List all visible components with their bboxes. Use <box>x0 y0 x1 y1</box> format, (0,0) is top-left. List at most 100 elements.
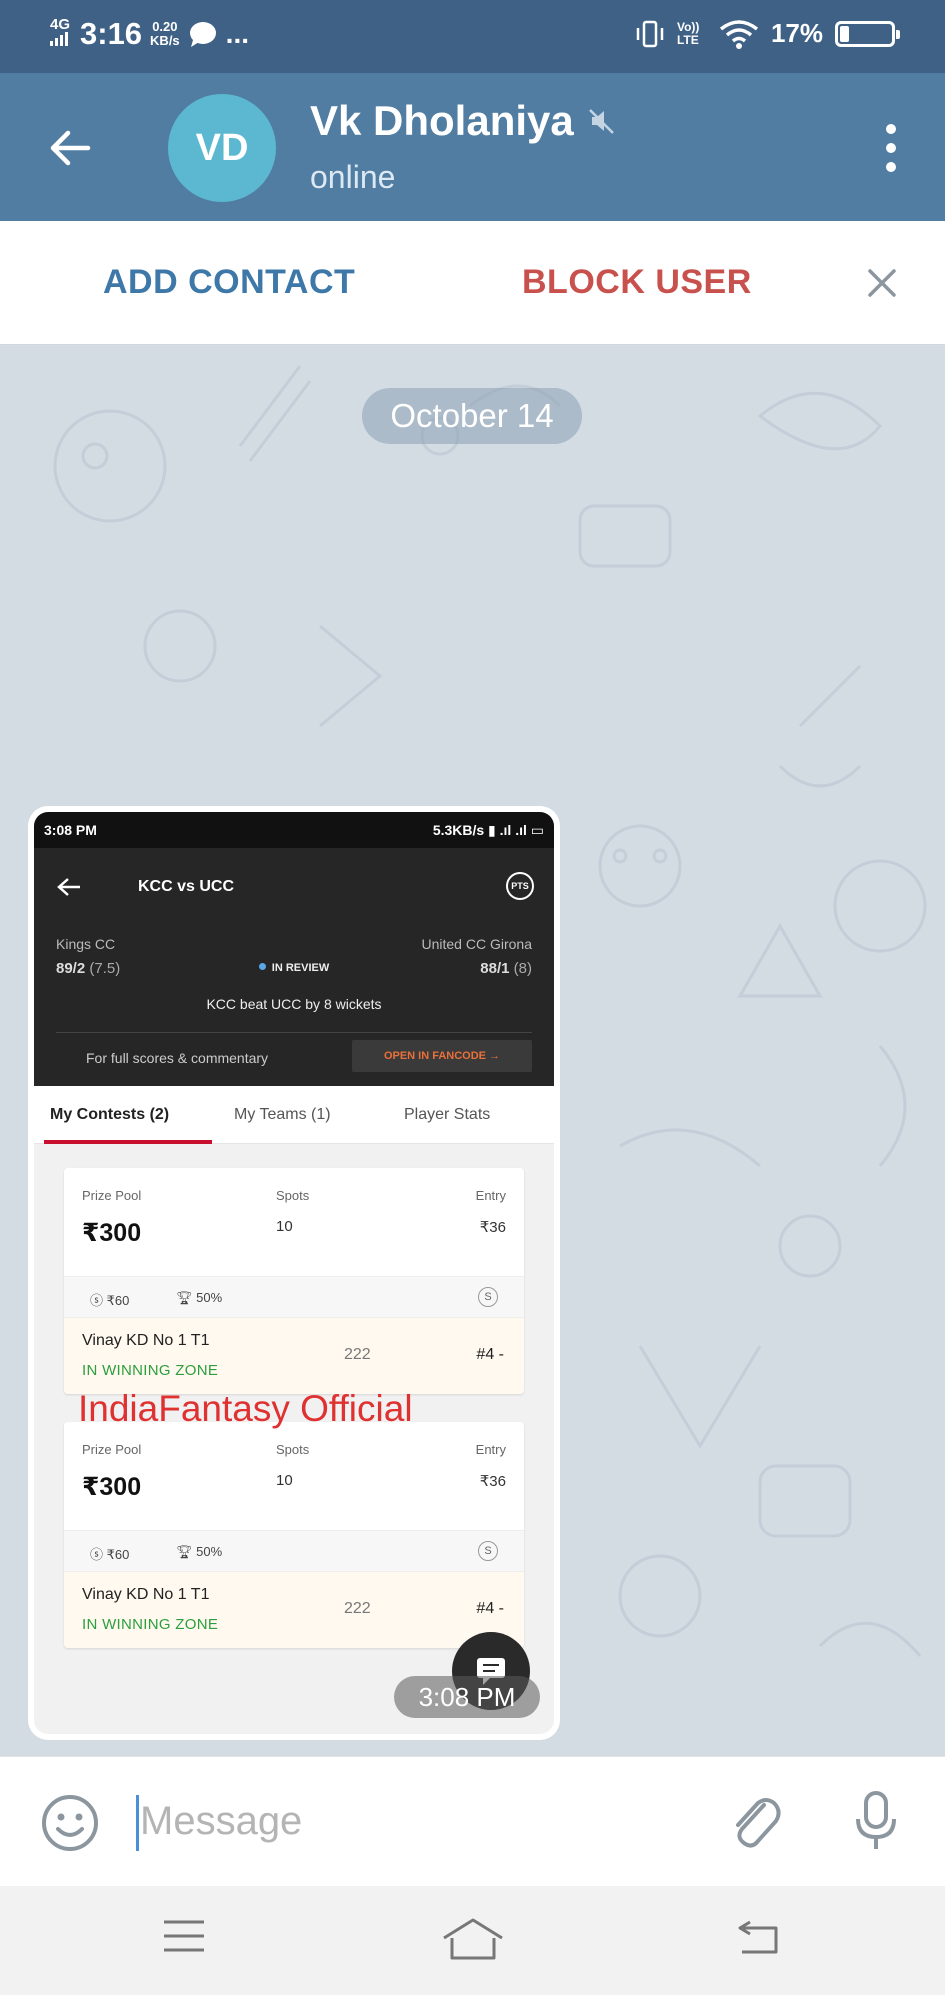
screenshot-back-icon <box>57 878 80 896</box>
back-nav-icon[interactable] <box>736 1916 782 1956</box>
team-name: Vinay KD No 1 T1 <box>82 1332 210 1349</box>
spots-label: Spots <box>276 1188 310 1203</box>
first-prize: ⓢ ₹60 <box>90 1293 130 1308</box>
review-status: IN REVIEW <box>34 962 554 974</box>
contact-status: online <box>310 159 396 195</box>
menu-icon[interactable] <box>160 1916 208 1956</box>
team-right: United CC Girona <box>421 936 533 952</box>
message-composer: Message <box>0 1756 945 1886</box>
review-status-text: IN REVIEW <box>271 962 330 974</box>
match-summary: KCC vs UCC PTS Kings CC 89/2 (7.5) IN RE… <box>34 848 554 1086</box>
winners-value: 50% <box>196 1544 223 1559</box>
image-message[interactable]: 3:08 PM 5.3KB/s ▮ .ıl .ıl ▭ KCC vs UCC P… <box>28 806 560 1740</box>
single-entry-icon: S <box>478 1287 498 1307</box>
chat-header: VD Vk Dholaniya online <box>0 73 945 221</box>
spots-value: 10 <box>276 1472 293 1489</box>
back-arrow-icon[interactable] <box>44 118 104 178</box>
spots-label: Spots <box>276 1442 310 1457</box>
prize-pool-value: ₹300 <box>82 1473 142 1501</box>
screenshot-status-right: 5.3KB/s ▮ .ıl .ıl ▭ <box>432 821 544 838</box>
match-result: KCC beat UCC by 8 wickets <box>206 996 382 1012</box>
team-rank: #4 - <box>476 1600 504 1617</box>
watermark-text: IndiaFantasy Official <box>78 1388 413 1429</box>
entry-value: ₹36 <box>479 1473 506 1490</box>
screenshot-speed: 5.3KB/s <box>432 821 485 838</box>
message-input[interactable]: Message <box>140 1799 302 1844</box>
battery-percent: 17% <box>770 18 823 48</box>
more-vertical-icon[interactable] <box>885 123 897 173</box>
entry-label: Entry <box>475 1442 506 1457</box>
prize-pool-value: ₹300 <box>82 1219 142 1247</box>
text-cursor <box>136 1795 139 1851</box>
system-nav-bar <box>0 1886 945 1995</box>
clock: 3:16 <box>80 16 143 51</box>
first-prize-value: ₹60 <box>106 1293 130 1308</box>
network-type: 4G <box>50 15 71 33</box>
entry-value: ₹36 <box>479 1219 506 1236</box>
contest-tabs: My Contests (2) My Teams (1) Player Stat… <box>34 1086 554 1144</box>
contact-name-text: Vk Dholaniya <box>310 97 574 144</box>
mic-icon[interactable] <box>852 1789 900 1853</box>
screenshot-time: 3:08 PM <box>44 822 97 838</box>
pts-icon: PTS <box>506 872 534 900</box>
contest-card: Prize Pool Spots Entry ₹300 10 ₹36 ⓢ ₹60… <box>64 1422 524 1648</box>
score-right-runs: 88/1 <box>480 960 510 977</box>
vibrate-icon <box>636 20 664 47</box>
close-icon[interactable] <box>866 267 898 299</box>
spots-value: 10 <box>276 1218 293 1235</box>
open-fancode-button: OPEN IN FANCODE → <box>352 1040 532 1072</box>
signal-indicator: 4G <box>50 15 72 51</box>
block-user-button[interactable]: BLOCK USER <box>522 263 752 302</box>
full-scores-text: For full scores & commentary <box>86 1050 269 1066</box>
first-prize-value: ₹60 <box>106 1547 130 1562</box>
tab-my-contests: My Contests (2) <box>50 1106 170 1123</box>
home-icon[interactable] <box>440 1916 506 1962</box>
battery-icon <box>835 20 900 47</box>
entry-label: Entry <box>475 1188 506 1203</box>
mute-icon <box>588 109 614 134</box>
contest-info-strip: ⓢ ₹60 🏆︎ 50% S <box>64 1530 524 1572</box>
team-rank: #4 - <box>476 1346 504 1363</box>
prize-pool-label: Prize Pool <box>82 1188 142 1203</box>
tab-player-stats: Player Stats <box>404 1106 491 1123</box>
wifi-icon <box>719 19 759 49</box>
net-speed-unit: KB/s <box>150 33 180 48</box>
net-speed-value: 0.20 <box>152 19 178 34</box>
attach-icon[interactable] <box>724 1791 784 1851</box>
shared-screenshot[interactable]: 3:08 PM 5.3KB/s ▮ .ıl .ıl ▭ KCC vs UCC P… <box>34 812 554 1734</box>
team-points: 222 <box>344 1346 371 1363</box>
tab-my-teams: My Teams (1) <box>234 1106 331 1123</box>
add-contact-button[interactable]: ADD CONTACT <box>103 263 355 302</box>
team-name: Vinay KD No 1 T1 <box>82 1586 210 1603</box>
emoji-icon[interactable] <box>40 1793 100 1853</box>
signal-bars-icon <box>50 31 68 46</box>
team-row: Vinay KD No 1 T1 IN WINNING ZONE 222 #4 … <box>64 1318 524 1394</box>
single-entry-icon: S <box>478 1541 498 1561</box>
team-points: 222 <box>344 1600 371 1617</box>
chat-notification-icon <box>189 22 216 47</box>
date-separator: October 14 <box>362 388 582 444</box>
winners-value: 50% <box>196 1290 223 1305</box>
team-left: Kings CC <box>56 936 116 952</box>
message-time: 3:08 PM <box>394 1676 540 1718</box>
divider <box>56 1032 532 1033</box>
winning-zone-label: IN WINNING ZONE <box>82 1616 219 1633</box>
prize-pool-label: Prize Pool <box>82 1442 142 1457</box>
overs-right: (8) <box>513 960 532 977</box>
score-right: 88/1 (8) <box>480 960 532 977</box>
contact-action-bar: ADD CONTACT BLOCK USER <box>0 221 945 345</box>
avatar[interactable]: VD <box>168 94 276 202</box>
team-row: Vinay KD No 1 T1 IN WINNING ZONE 222 #4 … <box>64 1572 524 1648</box>
net-speed: 0.20 KB/s <box>150 20 180 48</box>
winning-zone-label: IN WINNING ZONE <box>82 1362 219 1379</box>
status-bar: 4G 3:16 0.20 KB/s ... Vo)) LTE 17% <box>0 0 945 73</box>
contest-info-strip: ⓢ ₹60 🏆︎ 50% S <box>64 1276 524 1318</box>
screenshot-status-bar: 3:08 PM 5.3KB/s ▮ .ıl .ıl ▭ <box>34 812 554 848</box>
volte-label: Vo)) LTE <box>676 19 700 47</box>
match-title: KCC vs UCC <box>138 878 235 895</box>
winners: 🏆︎ 50% <box>176 1544 223 1559</box>
first-prize: ⓢ ₹60 <box>90 1547 130 1562</box>
winners: 🏆︎ 50% <box>176 1290 223 1305</box>
contact-name[interactable]: Vk Dholaniya <box>310 97 616 145</box>
contest-card: Prize Pool Spots Entry ₹300 10 ₹36 ⓢ ₹60… <box>64 1168 524 1394</box>
